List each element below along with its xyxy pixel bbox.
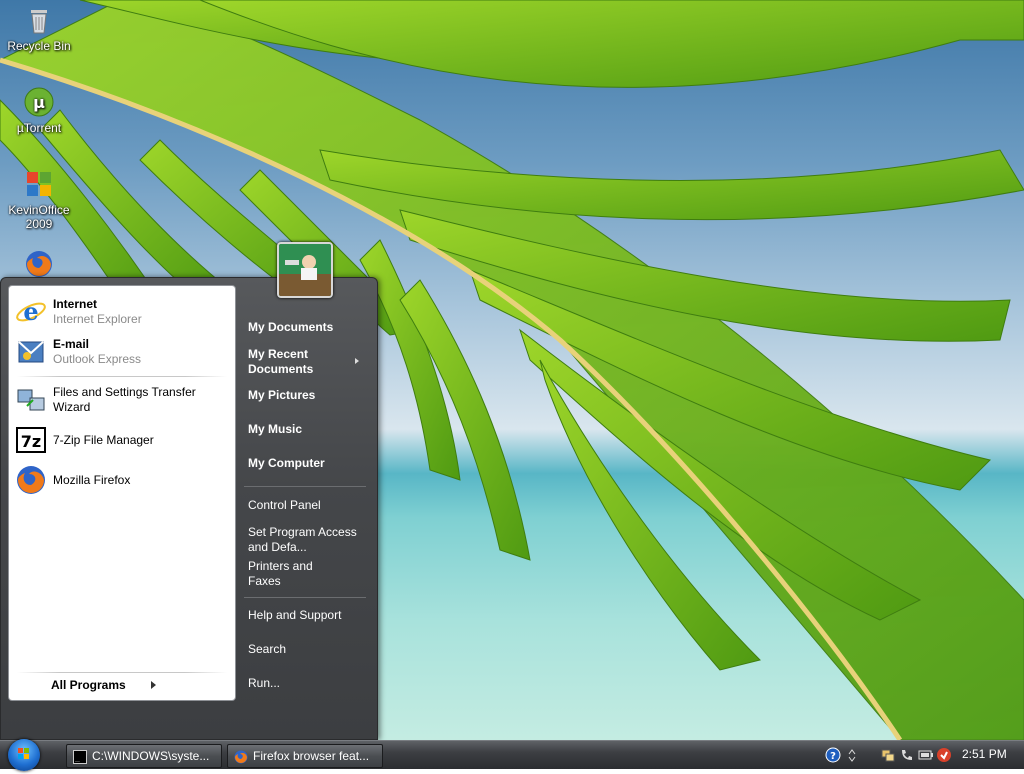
start-item-internet[interactable]: e Internet Internet Explorer [15, 294, 229, 330]
start-item-title: Internet [53, 297, 98, 311]
desktop-icon-label: Recycle Bin [7, 39, 71, 53]
internet-explorer-icon: e [15, 296, 47, 328]
start-link-my-pictures[interactable]: My Pictures [248, 388, 368, 403]
start-link-help-and-support[interactable]: Help and Support [248, 608, 368, 623]
separator [17, 376, 227, 377]
start-link-set-program-access[interactable]: Set Program Access and Defa... [248, 525, 358, 555]
desktop-icon-recycle-bin[interactable]: Recycle Bin [0, 4, 78, 53]
start-menu-programs-pane: e Internet Internet Explorer E-mail Outl… [8, 285, 236, 701]
start-link-printers-and-faxes[interactable]: Printers and Faxes [248, 559, 328, 589]
office-icon [23, 168, 55, 200]
start-link-search[interactable]: Search [248, 642, 368, 657]
svg-text:µ: µ [33, 93, 45, 112]
start-link-control-panel[interactable]: Control Panel [248, 498, 368, 513]
windows-logo-icon [18, 748, 29, 759]
outlook-express-icon [15, 336, 47, 368]
chevron-icon[interactable] [847, 747, 857, 763]
desktop-icon-utorrent[interactable]: µ µTorrent [0, 86, 78, 135]
svg-text:?: ? [830, 751, 836, 762]
battery-icon[interactable] [918, 747, 934, 763]
all-programs-button[interactable]: All Programs [51, 676, 181, 694]
user-avatar[interactable] [277, 242, 333, 298]
separator [17, 672, 227, 673]
start-item-firefox[interactable]: Mozilla Firefox [15, 462, 229, 498]
7zip-icon: 7z [15, 424, 47, 456]
firefox-icon [15, 464, 47, 496]
firefox-icon [234, 749, 248, 764]
start-item-subtitle: Internet Explorer [53, 312, 142, 326]
taskbar-clock[interactable]: 2:51 PM [962, 747, 1007, 761]
taskbar-button-label: Firefox browser feat... [253, 749, 370, 763]
taskbar: _ C:\WINDOWS\syste... Firefox browser fe… [0, 739, 1024, 771]
transfer-wizard-icon [15, 384, 47, 416]
chevron-right-icon [355, 358, 359, 364]
separator [244, 597, 366, 598]
recycle-bin-icon [23, 4, 55, 36]
start-item-title: E-mail [53, 337, 90, 351]
help-icon[interactable]: ? [825, 747, 841, 763]
network-icon[interactable] [880, 747, 896, 763]
shield-icon[interactable] [936, 747, 952, 763]
start-link-my-computer[interactable]: My Computer [248, 456, 368, 471]
start-link-my-recent-documents[interactable]: My Recent Documents [248, 347, 348, 377]
start-item-title: Files and Settings Transfer Wizard [53, 385, 196, 414]
desktop-icon-label: KevinOffice 2009 [8, 203, 70, 231]
start-item-title: Mozilla Firefox [53, 472, 131, 487]
start-item-transfer-wizard[interactable]: Files and Settings Transfer Wizard [15, 382, 229, 418]
start-link-my-music[interactable]: My Music [248, 422, 368, 437]
desktop-icon-label: µTorrent [16, 121, 62, 135]
all-programs-label: All Programs [51, 678, 126, 692]
taskbar-button-firefox[interactable]: Firefox browser feat... [227, 744, 383, 768]
start-item-subtitle: Outlook Express [53, 352, 142, 366]
start-link-run[interactable]: Run... [248, 676, 368, 691]
svg-text:_: _ [75, 753, 80, 762]
start-link-my-documents[interactable]: My Documents [248, 320, 368, 335]
phone-icon[interactable] [899, 747, 915, 763]
start-button[interactable] [8, 739, 40, 771]
command-prompt-icon: _ [73, 749, 87, 764]
chevron-right-icon [151, 681, 156, 689]
svg-text:7z: 7z [21, 432, 41, 451]
start-item-email[interactable]: E-mail Outlook Express [15, 334, 229, 370]
utorrent-icon: µ [23, 86, 55, 118]
firefox-icon [23, 248, 55, 280]
svg-text:e: e [23, 297, 38, 326]
taskbar-button-command-prompt[interactable]: _ C:\WINDOWS\syste... [66, 744, 222, 768]
start-item-7zip[interactable]: 7z 7-Zip File Manager [15, 422, 229, 458]
start-item-title: 7-Zip File Manager [53, 432, 154, 447]
desktop-icon-kevinoffice[interactable]: KevinOffice 2009 [0, 168, 78, 231]
taskbar-button-label: C:\WINDOWS\syste... [92, 749, 210, 763]
separator [244, 486, 366, 487]
